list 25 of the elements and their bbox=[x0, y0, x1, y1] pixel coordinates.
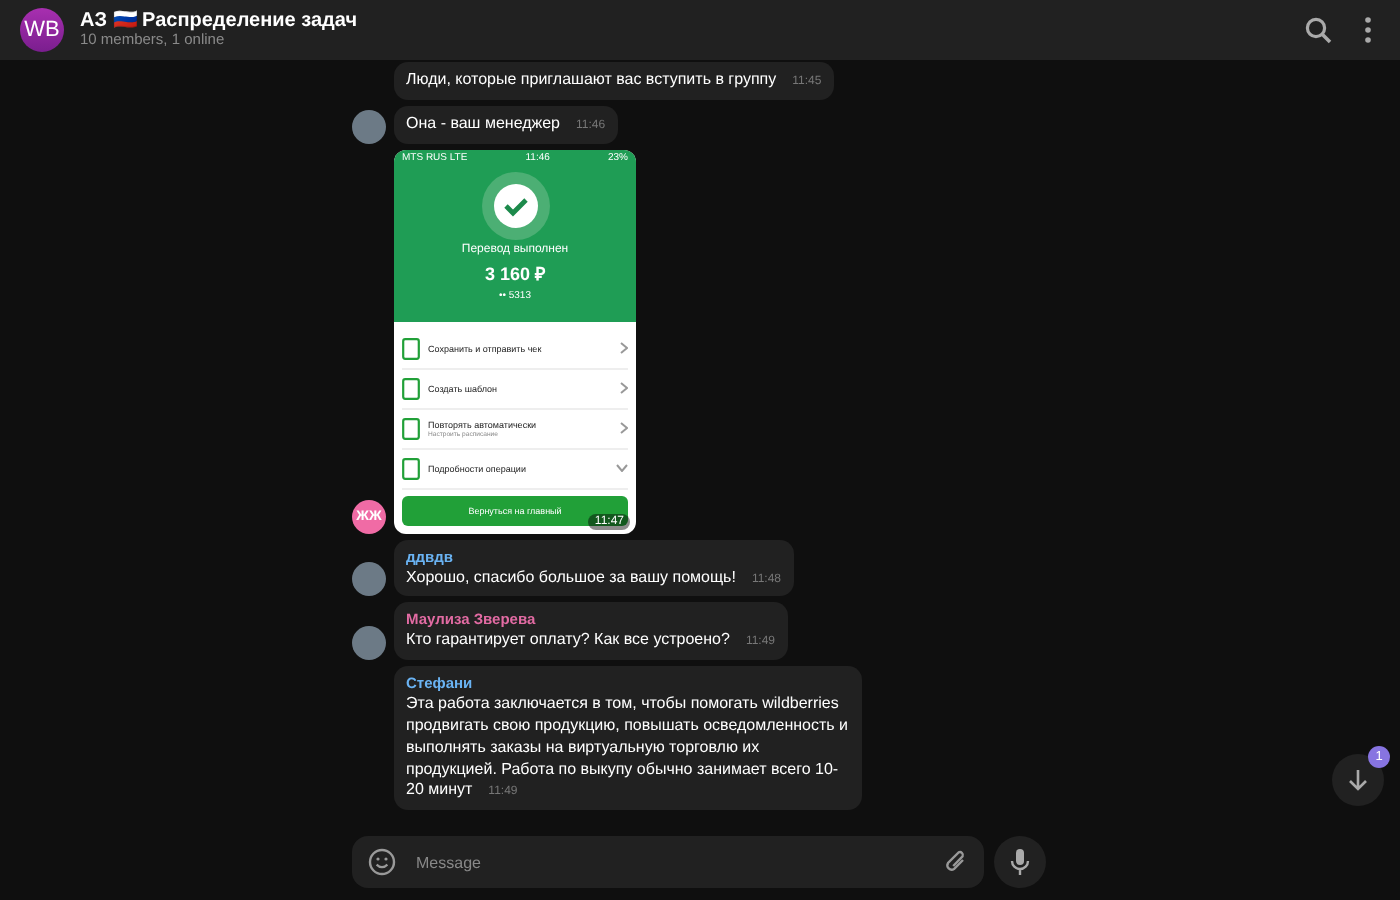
user-avatar[interactable] bbox=[352, 109, 386, 144]
scroll-down-button[interactable] bbox=[1332, 754, 1384, 806]
receipt-amount: 3 160 ₽ bbox=[484, 261, 546, 286]
search-icon bbox=[1304, 16, 1332, 44]
document-icon bbox=[402, 337, 420, 360]
chevron-down-icon bbox=[616, 464, 628, 473]
paperclip-icon[interactable] bbox=[944, 848, 968, 876]
document-icon bbox=[402, 377, 420, 400]
message-field[interactable]: Message bbox=[352, 836, 984, 888]
chevron-right-icon bbox=[620, 342, 628, 355]
check-icon bbox=[481, 171, 549, 240]
emoji-icon[interactable] bbox=[368, 848, 396, 876]
more-icon bbox=[1364, 16, 1372, 44]
document-icon bbox=[402, 417, 420, 440]
chevron-right-icon bbox=[620, 382, 628, 395]
user-avatar[interactable] bbox=[352, 562, 386, 597]
document-icon bbox=[402, 457, 420, 480]
chat-title: АЗ 🇷🇺 Распределение задач bbox=[80, 9, 357, 33]
arrow-down-icon bbox=[1346, 768, 1370, 792]
message-input[interactable]: Message bbox=[412, 851, 928, 873]
microphone-icon bbox=[1010, 848, 1030, 876]
microphone-button[interactable] bbox=[994, 836, 1046, 888]
chevron-right-icon bbox=[620, 422, 628, 435]
group-avatar[interactable]: WB bbox=[20, 8, 64, 52]
user-avatar[interactable] bbox=[352, 626, 386, 661]
